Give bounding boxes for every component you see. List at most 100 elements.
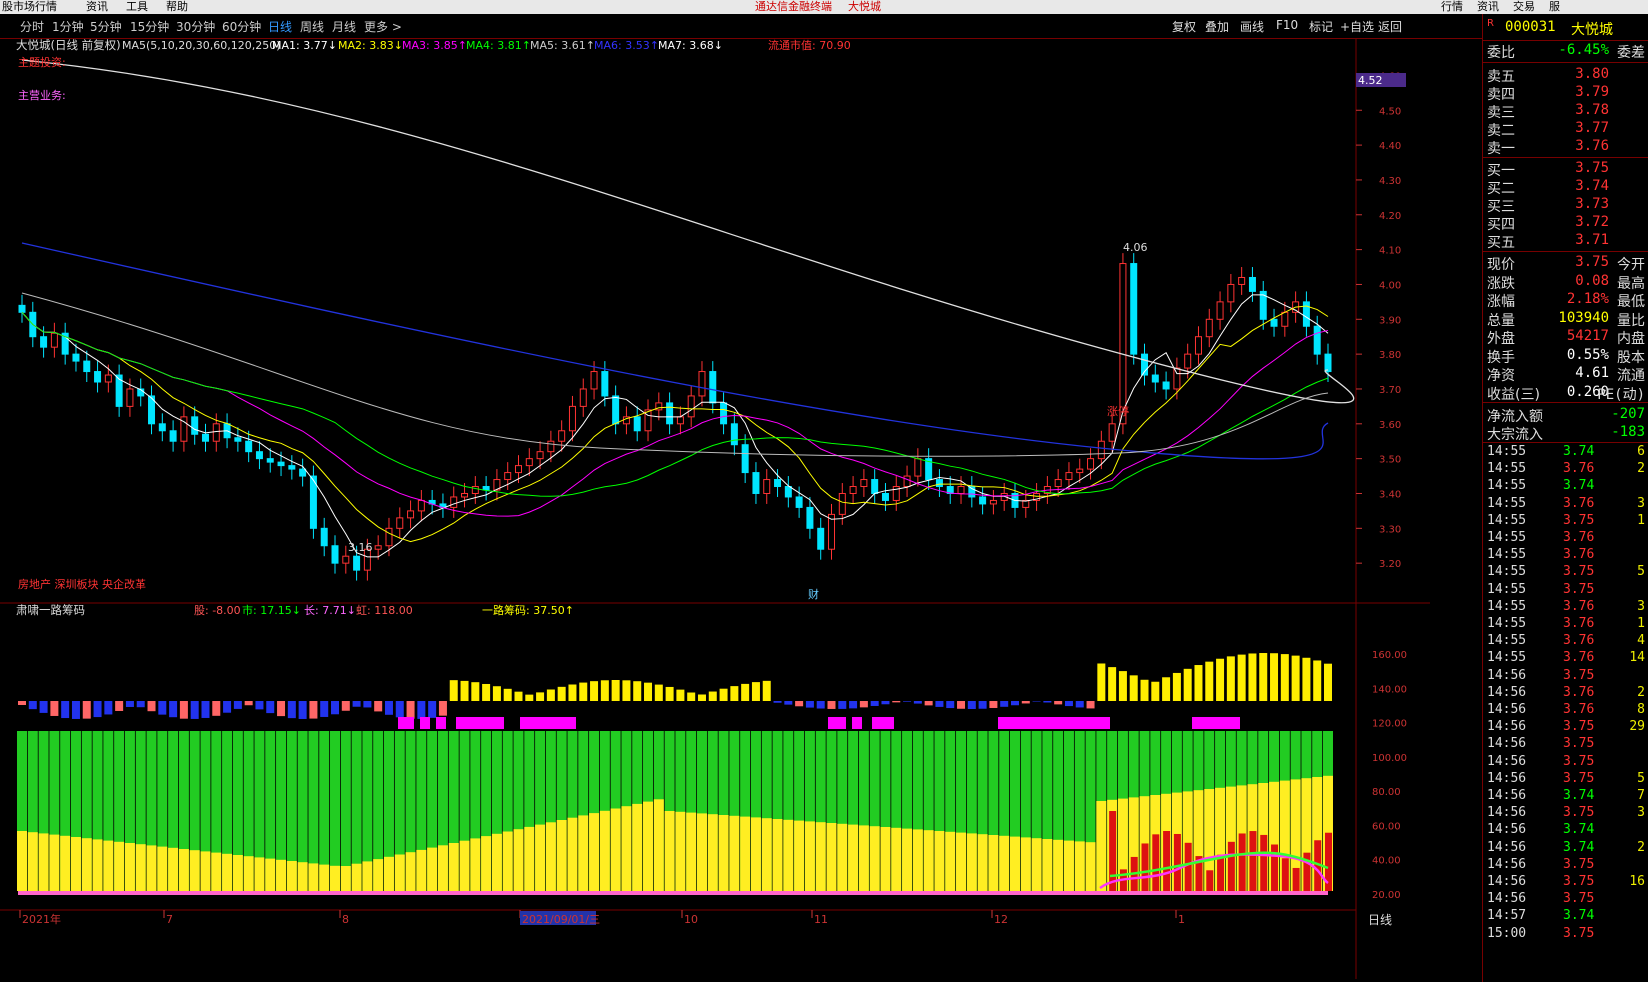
tick-volume: 2 <box>1637 684 1645 700</box>
time-axis-period: 日线 <box>1368 913 1392 927</box>
tick-time: 14:57 <box>1487 908 1527 924</box>
period-tab-monthly[interactable]: 月线 <box>332 18 356 35</box>
time-axis-label: 2021年 <box>22 912 61 926</box>
stat-row-1-value: 0.08 <box>1575 272 1609 289</box>
indicator-bar <box>557 686 566 701</box>
chip-yellow-bar <box>38 833 49 891</box>
indicator-bar <box>924 701 933 706</box>
candle-body <box>158 423 166 432</box>
stat-row-3-extra: 量比 <box>1617 312 1645 329</box>
indicator-bar <box>536 692 545 701</box>
menu-bar: 股市场行情 资讯 工具 帮助 通达信金融终端 大悦城 行情 资讯 交易 服 <box>0 0 1648 14</box>
chip-yellow-bar <box>114 841 125 891</box>
indicator-bar <box>795 701 804 707</box>
bid-level-3-value: 3.73 <box>1575 196 1609 212</box>
chip-yellow-bar <box>707 814 718 891</box>
menu-item-tools[interactable]: 工具 <box>126 0 148 14</box>
indicator-bar <box>838 701 847 709</box>
indicator-bar <box>169 701 178 718</box>
indicator-bar <box>1162 677 1171 701</box>
chip-yellow-bar <box>535 824 546 891</box>
chip-yellow-bar <box>60 835 71 891</box>
tick-time: 14:55 <box>1487 444 1527 459</box>
chip-yellow-bar <box>545 822 556 891</box>
menu-right-quote[interactable]: 行情 <box>1441 0 1463 14</box>
indicator-bar <box>179 701 188 719</box>
period-tab-5min[interactable]: 5分钟 <box>90 18 122 35</box>
indicator-bar <box>233 701 242 709</box>
menu-item-news[interactable]: 资讯 <box>86 0 108 14</box>
tick-volume: 7 <box>1637 788 1645 803</box>
indicator-bar <box>1216 658 1225 701</box>
candle-body <box>1108 423 1116 442</box>
tick-price: 3.76 <box>1563 461 1595 477</box>
candle-body <box>320 527 328 547</box>
chip-yellow-bar <box>211 852 222 891</box>
chip-yellow-bar <box>27 832 38 891</box>
period-tab-1min[interactable]: 1分钟 <box>52 18 84 35</box>
back-button[interactable]: 返回 <box>1378 18 1402 35</box>
candle-body <box>126 388 134 407</box>
period-tab-30min[interactable]: 30分钟 <box>176 18 215 35</box>
chip-yellow-bar <box>330 865 341 891</box>
candle-body <box>881 492 889 501</box>
price-axis-label: 3.80 <box>1379 350 1401 361</box>
indicator-bar <box>967 701 976 709</box>
chip-yellow-bar <box>772 819 783 891</box>
chip-yellow-bar <box>135 844 146 891</box>
tick-time: 14:55 <box>1487 461 1527 477</box>
financial-report-icon[interactable]: 财 <box>808 587 819 601</box>
period-tab-weekly[interactable]: 周线 <box>300 18 324 35</box>
candle-body <box>1076 468 1084 474</box>
tick-price: 3.76 <box>1563 547 1595 563</box>
candle-body <box>666 402 674 425</box>
indicator-bar <box>654 684 663 701</box>
draw-button[interactable]: 画线 <box>1240 18 1264 35</box>
menu-item-help[interactable]: 帮助 <box>166 0 188 14</box>
price-axis-label: 4.30 <box>1379 176 1401 187</box>
chip-yellow-bar <box>891 827 902 891</box>
candle-body <box>979 496 987 505</box>
ma-legend-item: MA4: 3.81↑ <box>466 39 531 52</box>
chip-yellow-bar <box>740 816 751 891</box>
theme-label: 主题投资: <box>18 55 66 69</box>
chip-yellow-bar <box>1009 836 1020 891</box>
chip-yellow-bar <box>481 836 492 891</box>
chip-red-bar <box>1217 854 1225 891</box>
candle-body <box>331 545 339 564</box>
indicator-bar <box>1108 667 1117 701</box>
candle-body <box>1054 479 1062 488</box>
high-price-marker: 4.06 <box>1123 241 1148 254</box>
chip-yellow-bar <box>696 813 707 891</box>
ma-legend-item: MA5: 3.61↑ <box>530 39 595 52</box>
indicator-bar <box>39 701 48 713</box>
f10-button[interactable]: F10 <box>1276 18 1298 32</box>
period-tab-15min[interactable]: 15分钟 <box>130 18 169 35</box>
chip-yellow-bar <box>502 831 513 891</box>
chip-yellow-bar <box>815 822 826 891</box>
indicator-bar <box>1021 701 1030 704</box>
period-tab-daily[interactable]: 日线 <box>268 18 292 35</box>
menu-right-trade[interactable]: 交易 <box>1513 0 1535 14</box>
period-tab-more[interactable]: 更多 > <box>364 18 402 35</box>
mark-button[interactable]: 标记 <box>1309 18 1333 35</box>
indicator-bar <box>1270 653 1279 701</box>
add-watchlist-button[interactable]: +自选 <box>1340 18 1374 35</box>
adjust-button[interactable]: 复权 <box>1172 18 1196 35</box>
candle-body <box>1184 353 1192 369</box>
menu-right-service[interactable]: 服 <box>1549 0 1560 14</box>
overlay-button[interactable]: 叠加 <box>1205 18 1229 35</box>
indicator-bar <box>989 701 998 708</box>
indicator-bar <box>1075 701 1084 708</box>
period-tab-60min[interactable]: 60分钟 <box>222 18 261 35</box>
menu-right-news[interactable]: 资讯 <box>1477 0 1499 14</box>
tick-price: 3.76 <box>1563 702 1595 717</box>
tick-row: 14:56 3.75 <box>1483 736 1648 753</box>
kline-chart[interactable]: 4.604.504.404.304.204.104.003.903.803.70… <box>0 38 1430 979</box>
period-tab-intraday[interactable]: 分时 <box>20 18 44 35</box>
menu-item-market[interactable]: 股市场行情 <box>2 0 57 14</box>
candle-body <box>1216 301 1224 320</box>
stat-row-5-extra: 股本 <box>1617 349 1645 366</box>
app-title: 通达信金融终端 <box>755 0 832 13</box>
tick-time: 14:55 <box>1487 633 1527 649</box>
